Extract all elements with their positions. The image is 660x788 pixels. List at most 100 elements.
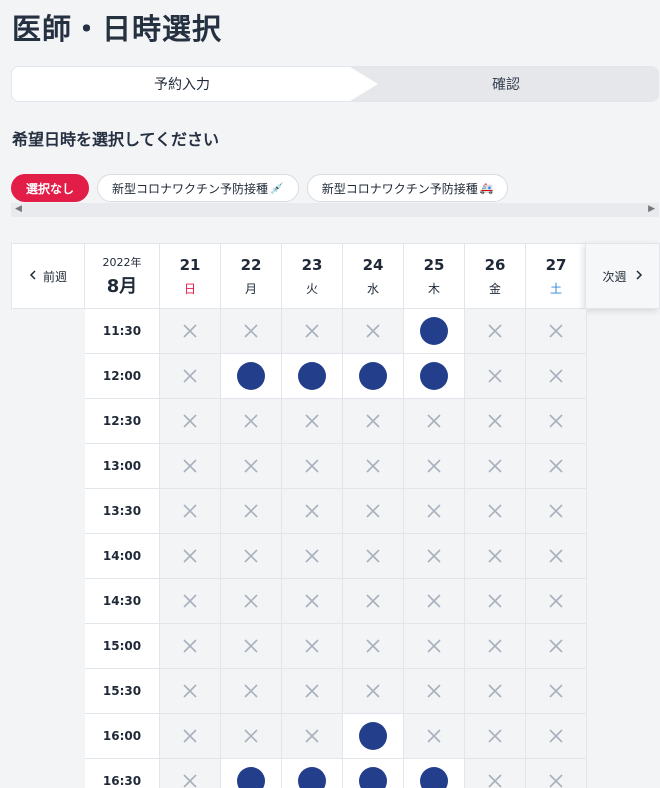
unavailable-x-icon: [487, 458, 503, 474]
weekday-label: 金: [488, 281, 501, 296]
unavailable-slot: [282, 534, 343, 579]
unavailable-x-icon: [304, 728, 320, 744]
unavailable-x-icon: [548, 593, 564, 609]
unavailable-x-icon: [426, 593, 442, 609]
unavailable-x-icon: [182, 458, 198, 474]
unavailable-x-icon: [365, 683, 381, 699]
unavailable-x-icon: [182, 368, 198, 384]
time-label: 16:00: [85, 714, 160, 759]
available-circle-icon: [298, 767, 326, 788]
day-number: 24: [362, 255, 384, 274]
day-header-25: 25 木: [404, 243, 465, 309]
available-slot[interactable]: [404, 759, 465, 788]
unavailable-slot: [526, 309, 587, 354]
unavailable-x-icon: [548, 728, 564, 744]
next-week-label: 次週: [602, 269, 627, 284]
unavailable-slot: [343, 669, 404, 714]
time-label: 15:30: [85, 669, 160, 714]
time-label: 15:00: [85, 624, 160, 669]
chip-label: 新型コロナワクチン予防接種: [112, 181, 269, 196]
unavailable-slot: [282, 669, 343, 714]
unavailable-slot: [526, 399, 587, 444]
unavailable-slot: [282, 624, 343, 669]
time-row: 16:00: [85, 714, 587, 759]
available-slot[interactable]: [282, 354, 343, 399]
unavailable-slot: [465, 624, 526, 669]
chip-vaccine-1[interactable]: 新型コロナワクチン予防接種 💉: [97, 174, 299, 202]
unavailable-x-icon: [487, 368, 503, 384]
unavailable-x-icon: [365, 323, 381, 339]
time-label: 13:30: [85, 489, 160, 534]
unavailable-slot: [404, 444, 465, 489]
unavailable-x-icon: [182, 548, 198, 564]
chip-none-selected[interactable]: 選択なし: [11, 174, 90, 202]
available-slot[interactable]: [404, 354, 465, 399]
chip-vaccine-2[interactable]: 新型コロナワクチン予防接種 🚑: [306, 174, 509, 202]
scroll-left-arrow-icon[interactable]: ◀: [15, 204, 22, 214]
unavailable-slot: [160, 399, 221, 444]
unavailable-x-icon: [487, 503, 503, 519]
unavailable-x-icon: [426, 413, 442, 429]
unavailable-x-icon: [426, 503, 442, 519]
day-number: 23: [301, 255, 323, 274]
unavailable-slot: [404, 714, 465, 759]
unavailable-x-icon: [243, 638, 259, 654]
month-header: 2022年 8月: [85, 243, 160, 309]
time-row: 13:00: [85, 444, 587, 489]
unavailable-x-icon: [365, 638, 381, 654]
unavailable-slot: [221, 489, 282, 534]
unavailable-x-icon: [304, 323, 320, 339]
unavailable-slot: [343, 399, 404, 444]
unavailable-x-icon: [548, 548, 564, 564]
weekday-label: 水: [366, 281, 379, 296]
unavailable-x-icon: [487, 683, 503, 699]
available-slot[interactable]: [282, 759, 343, 788]
available-circle-icon: [359, 362, 387, 390]
day-header-26: 26 金: [465, 243, 526, 309]
day-number: 22: [240, 255, 262, 274]
unavailable-slot: [404, 534, 465, 579]
unavailable-slot: [526, 624, 587, 669]
unavailable-x-icon: [548, 638, 564, 654]
unavailable-x-icon: [304, 593, 320, 609]
unavailable-x-icon: [182, 638, 198, 654]
unavailable-slot: [343, 489, 404, 534]
unavailable-slot: [343, 534, 404, 579]
unavailable-slot: [404, 669, 465, 714]
available-slot[interactable]: [221, 354, 282, 399]
unavailable-x-icon: [182, 773, 198, 788]
available-circle-icon: [359, 722, 387, 750]
unavailable-slot: [465, 309, 526, 354]
filter-chips: 選択なし 新型コロナワクチン予防接種 💉 新型コロナワクチン予防接種 🚑: [11, 174, 509, 202]
unavailable-slot: [221, 309, 282, 354]
chevron-right-icon: [635, 269, 643, 283]
unavailable-x-icon: [548, 368, 564, 384]
unavailable-slot: [282, 714, 343, 759]
unavailable-slot: [221, 669, 282, 714]
unavailable-x-icon: [243, 413, 259, 429]
unavailable-slot: [526, 534, 587, 579]
available-slot[interactable]: [404, 309, 465, 354]
time-label: 12:00: [85, 354, 160, 399]
unavailable-slot: [465, 714, 526, 759]
day-header-21: 21 日: [160, 243, 221, 309]
unavailable-x-icon: [182, 728, 198, 744]
unavailable-slot: [343, 444, 404, 489]
unavailable-slot: [282, 309, 343, 354]
scroll-right-arrow-icon[interactable]: ▶: [648, 204, 655, 214]
time-slot-grid: 11:30 12:00 12:30 13:00 13:30 14:00 14:30 15:00…: [85, 309, 587, 788]
time-row: 12:00: [85, 354, 587, 399]
next-week-button[interactable]: 次週: [585, 243, 660, 309]
unavailable-x-icon: [426, 683, 442, 699]
unavailable-x-icon: [365, 458, 381, 474]
available-circle-icon: [237, 362, 265, 390]
prev-week-button[interactable]: 前週: [11, 243, 85, 309]
unavailable-slot: [221, 444, 282, 489]
available-slot[interactable]: [343, 759, 404, 788]
unavailable-slot: [343, 579, 404, 624]
time-row: 12:30: [85, 399, 587, 444]
available-slot[interactable]: [343, 714, 404, 759]
available-slot[interactable]: [343, 354, 404, 399]
available-slot[interactable]: [221, 759, 282, 788]
horizontal-scrollbar[interactable]: ◀ ▶: [11, 203, 659, 217]
